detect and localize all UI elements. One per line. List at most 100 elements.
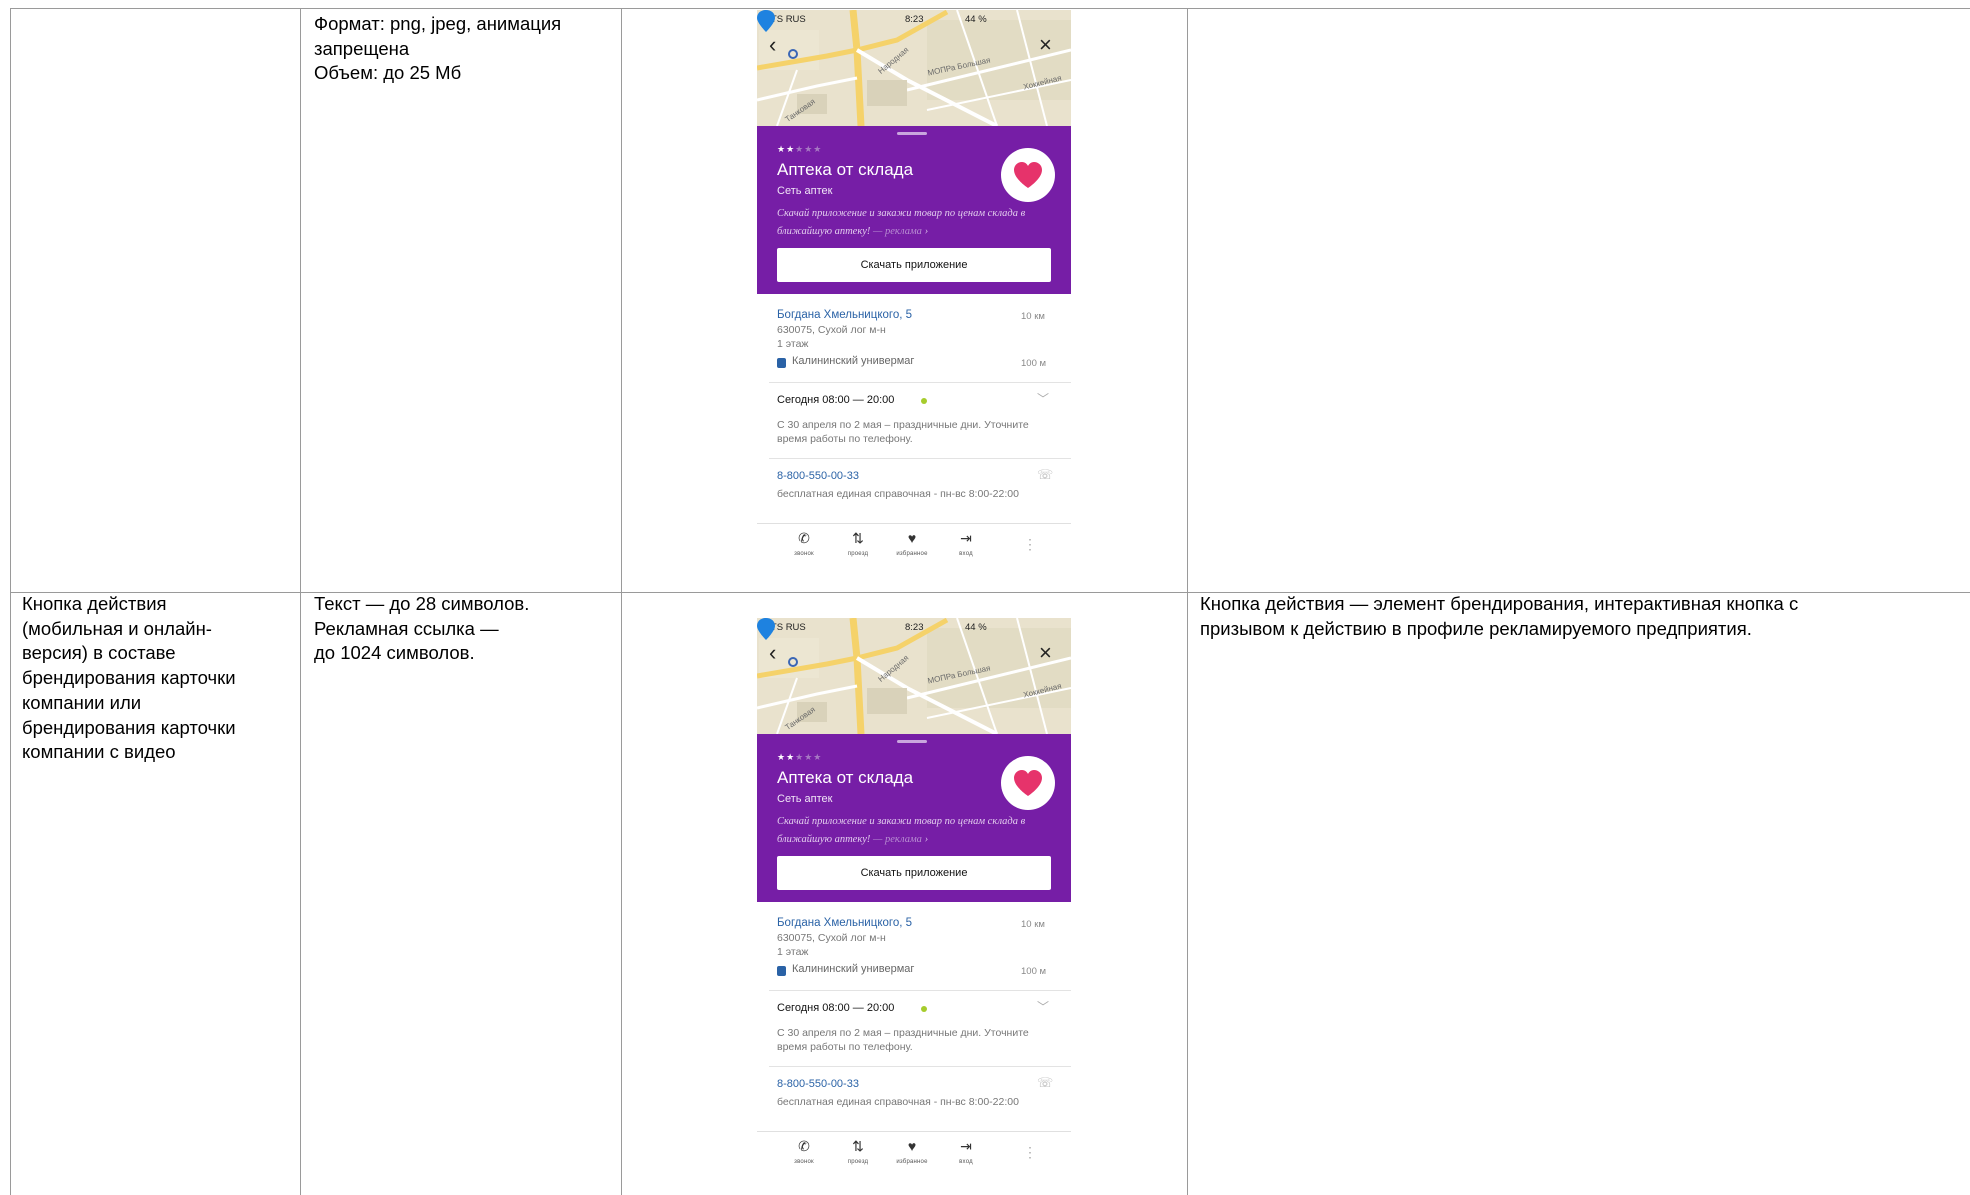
status-bar: MTS RUS 8:23 44 % [757,622,1071,636]
phone-link[interactable]: 8-800-550-00-33 [777,1078,859,1090]
tab-route[interactable]: ⇅ проезд [833,530,883,557]
holiday-note: С 30 апреля по 2 мая – праздничные дни. … [777,419,1029,445]
heart-icon [1014,162,1042,188]
tab-label: проезд [847,551,869,557]
status-time: 8:23 [905,14,924,25]
table-rule [300,8,301,1195]
more-icon[interactable]: ⋮ [1023,1144,1037,1161]
spec-table: Формат: png, jpeg, анимация запрещена Об… [10,8,1970,1195]
back-icon[interactable]: ‹ [769,34,776,56]
divider [757,1131,1071,1132]
address-distance: 10 км [1021,919,1045,930]
row1-requirements-cell: Формат: png, jpeg, анимация запрещена Об… [314,13,562,84]
tab-label: вход [959,551,973,557]
tab-route[interactable]: ⇅ проезд [833,1138,883,1165]
phone-note: бесплатная единая справочная - пн-вс 8:0… [777,1096,1019,1108]
divider [769,990,1071,991]
phone-note: бесплатная единая справочная - пн-вс 8:0… [777,488,1019,500]
branding-block: ★★★★★ Аптека от склада Сеть аптек Скачай… [757,126,1071,294]
tab-label: звонок [794,551,814,557]
close-icon[interactable]: × [1039,34,1052,56]
logo-badge [1001,148,1055,202]
company-category: Сеть аптек [777,185,833,197]
stop-distance: 100 м [1021,358,1047,369]
phone-mockup: MTS RUS 8:23 44 % ‹ × Народная МОПРа Бол… [757,10,1071,558]
phone-link[interactable]: 8-800-550-00-33 [777,470,859,482]
stop-name: Калининский универмаг [792,963,915,975]
drag-handle[interactable] [897,740,927,743]
tab-label: звонок [794,1159,814,1165]
logo-badge [1001,756,1055,810]
address-link[interactable]: Богдана Хмельницкого, 5 [777,309,912,321]
map-view: MTS RUS 8:23 44 % ‹ × Народная МОПРа Бол… [757,10,1071,126]
chevron-right-icon: › [924,226,929,237]
table-rule [1187,8,1188,1195]
address-link[interactable]: Богдана Хмельницкого, 5 [777,917,912,929]
phone-icon[interactable]: ☏ [1037,1075,1053,1091]
row2-requirements-cell: Текст — до 28 символов. Рекламная ссылка… [314,593,530,664]
close-icon[interactable]: × [1039,642,1052,664]
battery-level: 44 % [965,622,987,633]
ad-tag: — реклама [873,226,922,237]
heart-icon [1014,770,1042,796]
stop-distance: 100 м [1021,966,1047,977]
tab-call[interactable]: ✆ звонок [779,1138,829,1165]
tab-login[interactable]: ⇥ вход [941,530,991,557]
phone-icon[interactable]: ☏ [1037,467,1053,483]
open-status-dot [921,398,927,404]
row2-description-cell: Кнопка действия — элемент брендирования,… [1200,593,1799,639]
action-button[interactable]: Скачать приложение [777,856,1051,890]
tab-call[interactable]: ✆ звонок [779,530,829,557]
address-detail: 630075, Сухой лог м-н [777,324,886,336]
floor-label: 1 этаж [777,338,809,350]
company-category: Сеть аптек [777,793,833,805]
divider [769,382,1071,383]
tab-label: избранное [896,551,928,557]
company-info: Богдана Хмельницкого, 5 10 км 630075, Су… [757,294,1071,558]
address-distance: 10 км [1021,311,1045,322]
tab-login[interactable]: ⇥ вход [941,1138,991,1165]
heart-icon: ♥ [907,530,917,546]
open-status-dot [921,1006,927,1012]
rating-stars: ★★★★★ [777,144,823,154]
tab-label: избранное [896,1159,928,1165]
login-icon: ⇥ [960,1138,972,1154]
company-name: Аптека от склада [777,768,914,787]
divider [757,523,1071,524]
divider [769,458,1071,459]
chevron-down-icon[interactable]: ﹀ [1037,390,1049,407]
bottom-tab-bar: ✆ звонок ⇅ проезд ♥ избранное ⇥ вход ⋮ [757,523,1071,558]
chevron-down-icon[interactable]: ﹀ [1037,998,1049,1015]
opening-hours[interactable]: Сегодня 08:00 — 20:00 [777,394,894,406]
rating-stars: ★★★★★ [777,752,823,762]
bus-icon [777,358,786,368]
branding-block: ★★★★★ Аптека от склада Сеть аптек Скачай… [757,734,1071,902]
route-icon: ⇅ [852,1138,864,1154]
holiday-note: С 30 апреля по 2 мая – праздничные дни. … [777,1027,1029,1053]
chevron-right-icon: › [924,834,929,845]
status-time: 8:23 [905,622,924,633]
phone-icon: ✆ [798,530,810,546]
tab-favorites[interactable]: ♥ избранное [887,530,937,557]
stop-name: Калининский универмаг [792,355,915,367]
table-rule [621,8,622,1195]
tab-favorites[interactable]: ♥ избранное [887,1138,937,1165]
ad-text[interactable]: Скачай приложение и закажи товар по цена… [777,813,1037,849]
route-icon: ⇅ [852,530,864,546]
row2-name-cell: Кнопка действия (мобильная и онлайн- вер… [22,593,236,763]
login-icon: ⇥ [960,530,972,546]
company-name: Аптека от склада [777,160,914,179]
tab-label: проезд [847,1159,869,1165]
address-detail: 630075, Сухой лог м-н [777,932,886,944]
table-rule [10,8,11,1195]
divider [769,1066,1071,1067]
more-icon[interactable]: ⋮ [1023,536,1037,553]
back-icon[interactable]: ‹ [769,642,776,664]
ad-text[interactable]: Скачай приложение и закажи товар по цена… [777,205,1037,241]
action-button[interactable]: Скачать приложение [777,248,1051,282]
tab-label: вход [959,1159,973,1165]
drag-handle[interactable] [897,132,927,135]
phone-mockup: MTS RUS 8:23 44 % ‹ × Народная МОПРа Бол… [757,618,1071,1173]
opening-hours[interactable]: Сегодня 08:00 — 20:00 [777,1002,894,1014]
map-pin-icon [757,10,775,32]
